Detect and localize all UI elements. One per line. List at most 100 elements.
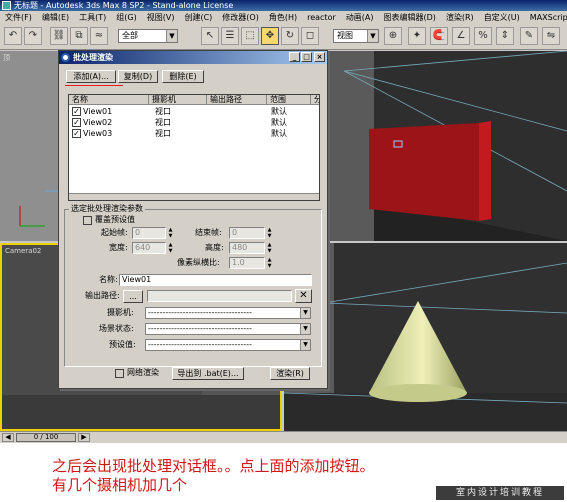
spinner-icon[interactable]: ▲ ▼	[266, 242, 273, 254]
spinner-snap-icon[interactable]: ⇕	[496, 27, 514, 45]
camera-dropdown[interactable]: ------------------------------------ ▼	[145, 307, 311, 319]
pivot-center-icon[interactable]: ⊕	[384, 27, 402, 45]
height-field[interactable]: 480	[229, 242, 265, 254]
main-toolbar: ↶ ↷ ⛓ ⧉ ≈ 全部 ▼ ↖ ☰ ⬚ ✥ ↻ ◻ 视图 ▼ ⊕ ✦ 🧲 ∠ % …	[0, 24, 567, 50]
minimize-icon[interactable]: _	[289, 52, 300, 62]
chevron-down-icon: ▼	[300, 308, 310, 318]
end-frame-label: 结束帧:	[195, 228, 222, 237]
batch-render-list[interactable]: 名称 摄影机 输出路径 范围 分 ✓ View01 视口 默认 ✓ View02…	[68, 94, 320, 201]
frame-counter: 0 / 100	[33, 433, 59, 441]
snap-3d-icon[interactable]: 🧲	[430, 27, 448, 45]
menu-animation[interactable]: 动画(A)	[341, 11, 379, 24]
chevron-down-icon: ▼	[367, 30, 378, 42]
export-bat-button[interactable]: 导出到 .bat(E)...	[172, 367, 244, 380]
menu-create[interactable]: 创建(C)	[179, 11, 217, 24]
list-item[interactable]: ✓ View03 视口 默认	[69, 129, 319, 139]
percent-snap-icon[interactable]: %	[474, 27, 492, 45]
row-name: View01	[83, 107, 113, 116]
start-frame-field[interactable]: 0	[132, 227, 166, 239]
override-preset-checkbox[interactable]	[83, 216, 92, 225]
row-enabled-checkbox[interactable]: ✓	[72, 129, 81, 138]
column-header-camera[interactable]: 摄影机	[149, 95, 207, 105]
rectangle-selection-icon[interactable]: ⬚	[241, 27, 259, 45]
net-render-checkbox[interactable]	[115, 369, 124, 378]
select-object-icon[interactable]: ↖	[201, 27, 219, 45]
menu-graph-editors[interactable]: 图表编辑器(D)	[378, 11, 440, 24]
row-enabled-checkbox[interactable]: ✓	[72, 107, 81, 116]
angle-snap-icon[interactable]: ∠	[452, 27, 470, 45]
list-item[interactable]: ✓ View01 视口 默认	[69, 107, 319, 117]
spinner-icon[interactable]: ▲ ▼	[167, 242, 174, 254]
row-range: 默认	[271, 118, 287, 127]
spinner-icon[interactable]: ▲ ▼	[167, 227, 174, 239]
redo-icon[interactable]: ↷	[24, 27, 42, 45]
end-frame-field[interactable]: 0	[229, 227, 265, 239]
width-field[interactable]: 640	[132, 242, 166, 254]
rotate-icon[interactable]: ↻	[281, 27, 299, 45]
menu-reactor[interactable]: reactor	[302, 11, 341, 24]
chevron-down-icon: ▼	[166, 30, 177, 42]
pixel-aspect-label: 像素纵横比:	[177, 258, 220, 267]
net-render-label: 网络渲染	[127, 368, 159, 377]
preset-dropdown[interactable]: ------------------------------------ ▼	[145, 339, 311, 351]
time-slider-bar: ◀ 0 / 100 ▶	[0, 431, 567, 443]
menu-character[interactable]: 角色(H)	[264, 11, 302, 24]
browse-output-button[interactable]: ...	[123, 290, 143, 303]
named-selection-icon[interactable]: ✎	[520, 27, 538, 45]
list-item[interactable]: ✓ View02 视口 默认	[69, 118, 319, 128]
prev-frame-icon[interactable]: ◀	[2, 433, 14, 442]
select-and-manipulate-icon[interactable]: ✦	[408, 27, 426, 45]
maximize-icon[interactable]: □	[301, 52, 312, 62]
output-path-field[interactable]	[147, 290, 292, 302]
mirror-icon[interactable]: ⇋	[542, 27, 560, 45]
pixel-aspect-field[interactable]: 1.0	[229, 257, 265, 269]
menu-tools[interactable]: 工具(T)	[74, 11, 111, 24]
add-button[interactable]: 添加(A)...	[66, 70, 116, 83]
column-header-extra[interactable]: 分	[311, 95, 319, 105]
output-path-label: 输出路径:	[85, 291, 120, 300]
scene-state-dropdown[interactable]: ------------------------------------ ▼	[145, 323, 311, 335]
select-and-move-icon[interactable]: ✥	[261, 27, 279, 45]
column-header-name[interactable]: 名称	[69, 95, 149, 105]
copy-button[interactable]: 复制(D)	[118, 70, 158, 83]
render-button[interactable]: 渲染(R)	[270, 367, 310, 380]
unlink-icon[interactable]: ⧉	[70, 27, 88, 45]
scene-state-label: 场景状态:	[99, 324, 134, 333]
time-slider[interactable]: 0 / 100	[16, 433, 76, 442]
menu-bar: 文件(F) 编辑(E) 工具(T) 组(G) 视图(V) 创建(C) 修改器(O) 角色(H)…	[0, 11, 567, 24]
app-title-bar: 无标题 - Autodesk 3ds Max 8 SP2 - Stand-alo…	[0, 0, 567, 11]
horizontal-scrollbar[interactable]	[69, 193, 319, 200]
selection-filter-dropdown[interactable]: 全部 ▼	[118, 29, 178, 43]
app-icon	[2, 1, 11, 10]
camera-label: 摄影机:	[107, 308, 134, 317]
bind-space-warp-icon[interactable]: ≈	[90, 27, 108, 45]
dialog-icon	[61, 53, 70, 62]
menu-rendering[interactable]: 渲染(R)	[441, 11, 479, 24]
menu-modifiers[interactable]: 修改器(O)	[217, 11, 264, 24]
menu-edit[interactable]: 编辑(E)	[37, 11, 74, 24]
row-camera: 视口	[155, 107, 171, 116]
scale-icon[interactable]: ◻	[301, 27, 319, 45]
spinner-icon[interactable]: ▲ ▼	[266, 227, 273, 239]
column-header-range[interactable]: 范围	[267, 95, 311, 105]
row-enabled-checkbox[interactable]: ✓	[72, 118, 81, 127]
column-header-output-path[interactable]: 输出路径	[207, 95, 267, 105]
next-frame-icon[interactable]: ▶	[78, 433, 90, 442]
reference-coord-dropdown[interactable]: 视图 ▼	[333, 29, 379, 43]
spinner-icon[interactable]: ▲ ▼	[266, 257, 273, 269]
tutorial-caption: 之后会出现批处理对话框。。点上面的添加按钮。 有几个摄相机加几个 室内设计培训教…	[0, 443, 567, 502]
menu-views[interactable]: 视图(V)	[142, 11, 180, 24]
height-label: 高度:	[205, 243, 224, 252]
menu-group[interactable]: 组(G)	[111, 11, 141, 24]
close-icon[interactable]: ×	[314, 52, 325, 62]
delete-button[interactable]: 删除(E)	[162, 70, 204, 83]
clear-output-button[interactable]: ✕	[295, 289, 312, 303]
link-icon[interactable]: ⛓	[50, 27, 68, 45]
name-field[interactable]: View01	[119, 274, 312, 286]
row-camera: 视口	[155, 129, 171, 138]
menu-file[interactable]: 文件(F)	[0, 11, 37, 24]
menu-maxscript[interactable]: MAXScript(M)	[525, 11, 567, 24]
undo-icon[interactable]: ↶	[4, 27, 22, 45]
menu-customize[interactable]: 自定义(U)	[479, 11, 525, 24]
select-by-name-icon[interactable]: ☰	[221, 27, 239, 45]
